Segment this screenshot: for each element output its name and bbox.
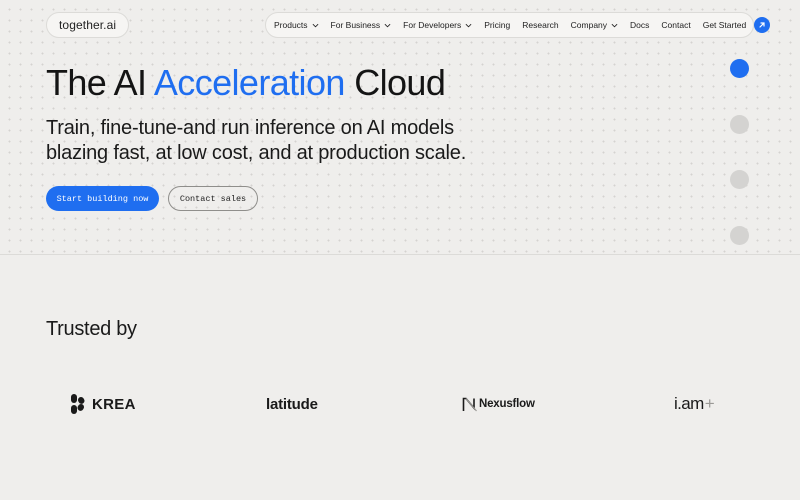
trusted-by-heading: Trusted by <box>46 318 137 340</box>
start-building-button[interactable]: Start building now <box>46 186 159 211</box>
iam-logo-suffix: + <box>704 394 715 413</box>
hero-title-accent: Acceleration <box>153 62 346 103</box>
carousel-dot-4[interactable] <box>730 226 749 245</box>
site-logo[interactable]: together.ai <box>46 12 130 38</box>
iam-logo-text: i.am <box>674 394 704 413</box>
main-nav: Products For Business For Developers Pri… <box>265 12 771 38</box>
hero-subtitle: Train, fine-tune-and run inference on AI… <box>46 117 467 164</box>
nav-item-label: Products <box>274 20 308 30</box>
nav-item-products[interactable]: Products <box>274 20 319 30</box>
nav-item-contact[interactable]: Contact <box>661 20 690 30</box>
carousel-dot-2[interactable] <box>730 115 749 134</box>
nexusflow-logo: Nexusflow <box>462 392 535 416</box>
krea-logo: KREA <box>70 392 136 416</box>
carousel-dot-1[interactable] <box>730 59 749 78</box>
nav-item-company[interactable]: Company <box>571 20 618 30</box>
hero-title: The AI Acceleration Cloud <box>46 62 446 104</box>
get-started-button[interactable]: Get Started <box>703 17 774 33</box>
nav-item-pricing[interactable]: Pricing <box>484 20 510 30</box>
nav-item-label: For Developers <box>403 20 462 30</box>
nav-item-label: Company <box>570 20 608 30</box>
chevron-down-icon <box>465 23 472 27</box>
nav-item-docs[interactable]: Docs <box>630 20 649 30</box>
site-logo-text: together.ai <box>59 18 117 32</box>
hero-title-post: Cloud <box>344 62 446 103</box>
nav-item-label: Research <box>522 20 559 30</box>
chevron-down-icon <box>384 23 391 27</box>
carousel-dot-3[interactable] <box>730 170 749 189</box>
nav-item-label: Contact <box>661 20 691 30</box>
krea-logo-icon <box>71 394 85 414</box>
nav-item-for-business[interactable]: For Business <box>331 20 392 30</box>
chevron-down-icon <box>312 23 318 27</box>
latitude-logo-text: latitude <box>266 395 318 413</box>
nav-item-for-developers[interactable]: For Developers <box>403 20 472 30</box>
krea-logo-text: KREA <box>92 395 136 413</box>
iam-logo: i.am + <box>674 392 715 416</box>
nexusflow-logo-text: Nexusflow <box>479 398 535 410</box>
contact-sales-button[interactable]: Contact sales <box>168 186 258 211</box>
hero-title-pre: The AI <box>46 62 154 103</box>
latitude-logo: latitude <box>266 392 318 416</box>
hero-divider <box>0 254 800 255</box>
arrow-up-right-icon <box>754 17 771 33</box>
nav-item-label: Pricing <box>484 20 511 30</box>
chevron-down-icon <box>611 23 618 27</box>
nav-item-label: For Business <box>330 20 381 30</box>
get-started-label: Get Started <box>702 20 747 30</box>
nexusflow-logo-icon <box>462 397 477 411</box>
nav-item-research[interactable]: Research <box>522 20 558 30</box>
nav-item-label: Docs <box>630 20 650 30</box>
